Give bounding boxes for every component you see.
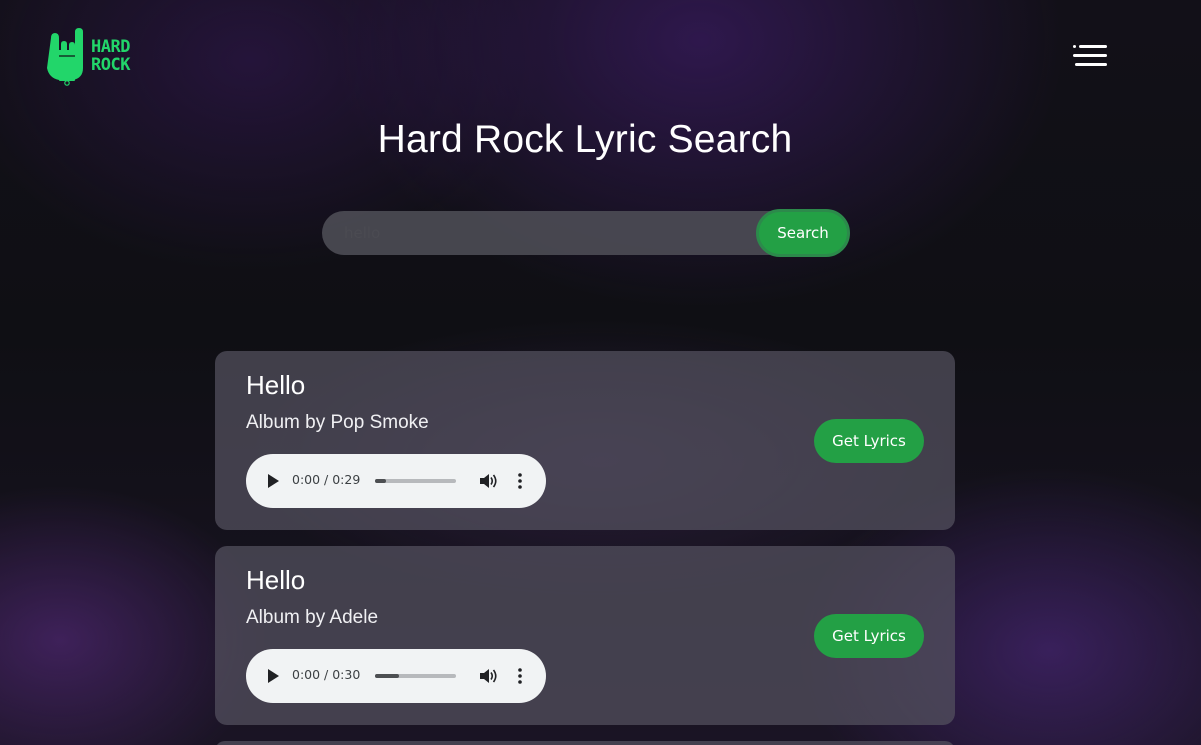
- audio-time: 0:00 / 0:30: [292, 667, 361, 682]
- hamburger-menu-button[interactable]: [1073, 43, 1109, 69]
- hamburger-menu-icon: [1073, 45, 1107, 66]
- audio-progress-bar[interactable]: [375, 479, 456, 483]
- more-options-icon[interactable]: [514, 471, 526, 491]
- volume-icon[interactable]: [478, 471, 498, 491]
- song-artist: Album by Pop Smoke: [246, 412, 429, 433]
- search-bar: Search: [322, 209, 850, 257]
- volume-icon[interactable]: [478, 666, 498, 686]
- page-title: Hard Rock Lyric Search: [377, 118, 793, 161]
- song-title: Hello: [246, 565, 306, 595]
- song-result-card: Hello Album by Pop Smoke 0:00 / 0:29 Get…: [215, 351, 955, 530]
- audio-progress-fill: [375, 674, 400, 678]
- logo-line-1: HARD: [91, 37, 130, 57]
- logo-line-2: ROCK: [91, 55, 130, 75]
- audio-player: 0:00 / 0:30: [246, 649, 546, 703]
- logo-text: HARD ROCK: [91, 38, 130, 74]
- audio-progress-bar[interactable]: [375, 674, 456, 678]
- search-button[interactable]: Search: [756, 209, 850, 257]
- logo[interactable]: HARD ROCK: [45, 26, 130, 86]
- rock-hand-icon: [47, 28, 83, 86]
- song-result-card: [215, 741, 955, 745]
- play-icon[interactable]: [266, 474, 280, 488]
- more-options-icon[interactable]: [514, 666, 526, 686]
- search-input[interactable]: [322, 211, 752, 255]
- get-lyrics-button[interactable]: Get Lyrics: [814, 614, 924, 658]
- get-lyrics-button[interactable]: Get Lyrics: [814, 419, 924, 463]
- song-artist: Album by Adele: [246, 607, 379, 628]
- song-title: Hello: [246, 370, 306, 400]
- audio-player: 0:00 / 0:29: [246, 454, 546, 508]
- song-result-card: Hello Album by Adele 0:00 / 0:30 Get Lyr…: [215, 546, 955, 725]
- play-icon[interactable]: [266, 669, 280, 683]
- audio-time: 0:00 / 0:29: [292, 472, 361, 487]
- audio-progress-fill: [375, 479, 387, 483]
